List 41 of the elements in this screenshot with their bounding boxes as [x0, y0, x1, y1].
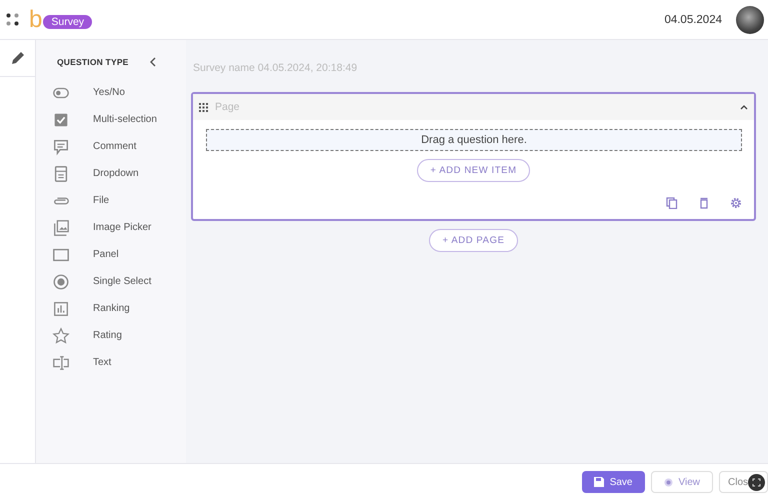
question-type-item[interactable]: Rating: [52, 322, 186, 349]
settings-icon[interactable]: [730, 197, 742, 209]
apps-icon[interactable]: [6, 13, 19, 26]
date-label: 04.05.2024: [664, 14, 722, 26]
question-type-item[interactable]: Yes/No: [52, 79, 186, 106]
question-type-item[interactable]: Dropdown: [52, 160, 186, 187]
question-type-item[interactable]: Text: [52, 349, 186, 376]
drop-zone: Drag a question here.: [206, 129, 742, 151]
capture-icon[interactable]: [748, 474, 765, 491]
survey-name: Survey name 04.05.2024, 20:18:49: [193, 62, 358, 76]
question-type-item[interactable]: Ranking: [52, 295, 186, 322]
page-title: Page: [215, 101, 240, 113]
comment-icon: [52, 138, 70, 156]
question-type-item[interactable]: Comment: [52, 133, 186, 160]
add-item-button[interactable]: + ADD NEW ITEM: [417, 159, 530, 182]
dropdown-icon: [52, 164, 70, 182]
question-type-item[interactable]: Multi-selection: [52, 106, 186, 133]
drag-handle-icon[interactable]: [199, 102, 208, 112]
collapse-icon[interactable]: [148, 57, 157, 67]
star-icon: [52, 326, 70, 344]
add-page-button[interactable]: + ADD PAGE: [429, 229, 518, 252]
ranking-icon: [52, 300, 70, 318]
logo: b: [29, 8, 42, 32]
chevron-up-icon[interactable]: [740, 104, 748, 110]
copy-icon[interactable]: [666, 197, 678, 209]
question-type-item[interactable]: File: [52, 187, 186, 214]
panel-title: QUESTION TYPE: [57, 57, 129, 67]
save-button[interactable]: Save: [582, 471, 644, 493]
question-type-item[interactable]: Image Picker: [52, 214, 186, 241]
radio-icon: [52, 272, 70, 290]
app-badge: Survey: [43, 14, 92, 28]
eye-icon: [664, 478, 672, 486]
question-type-item[interactable]: Panel: [52, 241, 186, 268]
checkbox-icon: [52, 110, 70, 128]
text-field-icon: [52, 354, 70, 372]
floppy-icon: [594, 477, 604, 487]
image-icon: [52, 218, 70, 236]
question-type-item[interactable]: Single Select: [52, 268, 186, 295]
trash-icon[interactable]: [698, 197, 710, 209]
avatar[interactable]: [736, 6, 764, 34]
pencil-icon[interactable]: [10, 50, 26, 66]
